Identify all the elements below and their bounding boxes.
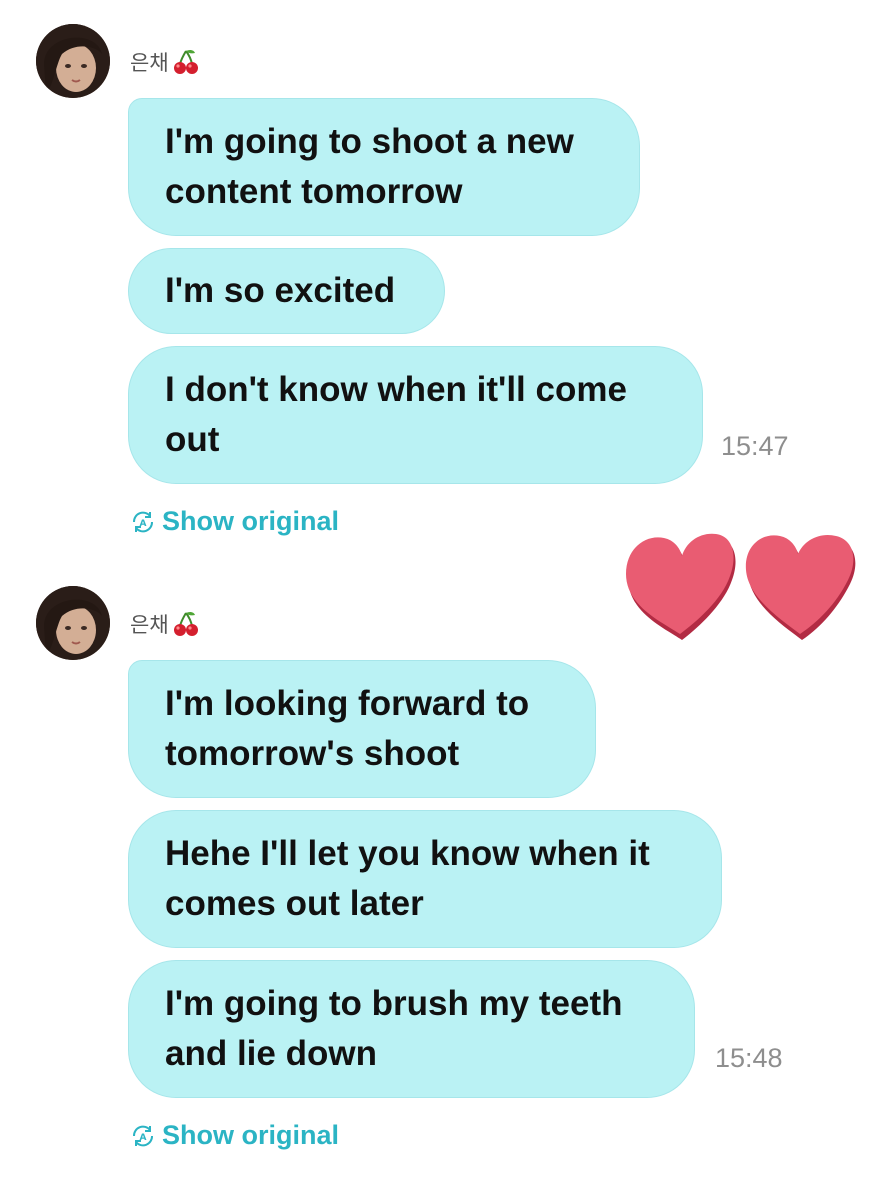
message-bubble[interactable]: I'm going to shoot a new content tomorro… xyxy=(128,98,640,236)
avatar-photo-icon xyxy=(36,24,110,98)
avatar[interactable] xyxy=(36,24,110,98)
avatar[interactable] xyxy=(36,586,110,660)
svg-text:A: A xyxy=(140,1133,147,1143)
message-text: Hehe I'll let you know when it comes out… xyxy=(165,834,650,923)
heart-icon xyxy=(626,533,736,640)
message-timestamp: 15:48 xyxy=(715,1043,783,1073)
sender-name: 은채 xyxy=(130,46,201,78)
translate-icon: A xyxy=(132,1125,154,1146)
message-text: I'm looking forward to tomorrow's shoot xyxy=(165,684,530,773)
sender-name-text: 은채 xyxy=(130,613,169,637)
translate-icon: A xyxy=(132,511,154,532)
message-text: I'm so excited xyxy=(165,271,396,310)
show-original-link[interactable]: A Show original xyxy=(130,1120,339,1151)
message-text: I'm going to shoot a new content tomorro… xyxy=(165,122,574,211)
message-bubble[interactable]: I don't know when it'll come out xyxy=(128,346,703,484)
message-bubble[interactable]: Hehe I'll let you know when it comes out… xyxy=(128,810,722,948)
sender-name-text: 은채 xyxy=(130,51,169,75)
svg-text:A: A xyxy=(140,519,147,529)
message-bubble[interactable]: I'm looking forward to tomorrow's shoot xyxy=(128,660,596,798)
message-text: I don't know when it'll come out xyxy=(165,370,627,459)
avatar-photo-icon xyxy=(36,586,110,660)
message-bubble[interactable]: I'm going to brush my teeth and lie down xyxy=(128,960,695,1098)
cherry-icon xyxy=(173,49,198,74)
show-original-link[interactable]: A Show original xyxy=(130,506,339,537)
show-original-label: Show original xyxy=(162,1120,340,1150)
sender-name: 은채 xyxy=(130,608,201,640)
show-original-label: Show original xyxy=(162,506,340,536)
message-timestamp: 15:47 xyxy=(721,431,789,461)
message-text: I'm going to brush my teeth and lie down xyxy=(165,984,623,1073)
cherry-icon xyxy=(173,611,198,636)
message-bubble[interactable]: I'm so excited xyxy=(128,248,445,334)
heart-icon xyxy=(745,534,856,640)
hearts-reaction-icon xyxy=(626,533,856,640)
